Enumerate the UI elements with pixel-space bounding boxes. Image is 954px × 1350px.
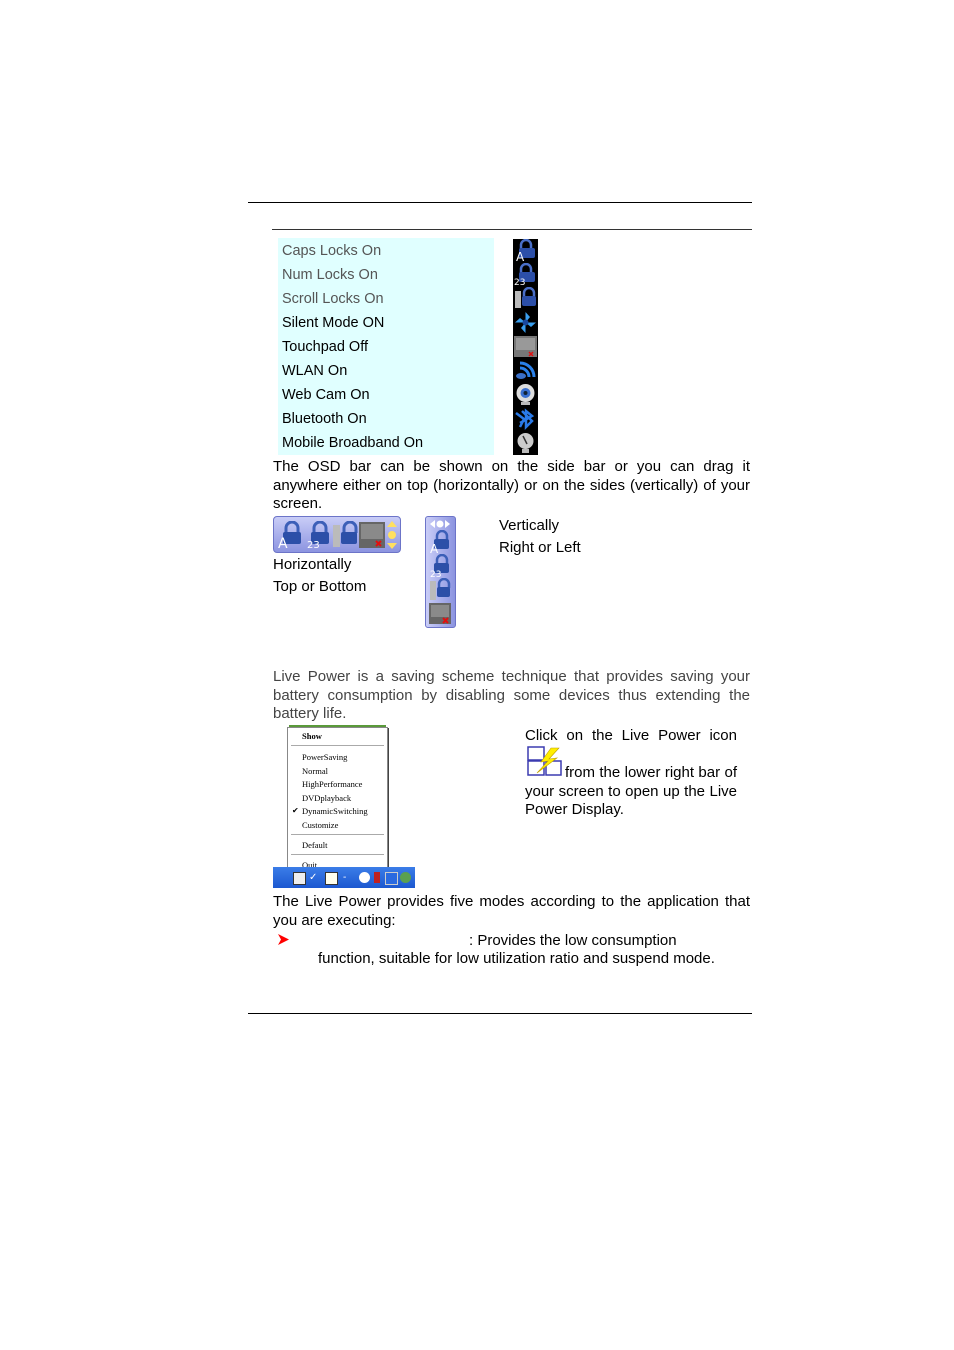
menu-item-customize[interactable]: Customize [302,820,338,830]
osd-feature-table: Caps Locks On Num Locks On Scroll Locks … [278,238,494,455]
touchpad-off-icon [514,336,537,357]
keyboard-icon[interactable] [293,872,306,885]
header-rule-bottom [272,229,752,230]
osd-feature-label: Scroll Locks On [282,291,384,307]
num-lock-icon: 23 [307,521,329,549]
live-power-tray-icon[interactable] [385,872,398,885]
svg-text:23: 23 [514,278,525,286]
scroll-lock-icon [515,287,536,308]
osd-feature-label: Web Cam On [282,387,370,403]
live-power-paragraph: Live Power is a saving scheme technique … [273,668,750,722]
caps-lock-icon: A [516,239,535,262]
bullet-text-line1: : Provides the low consumption [469,932,677,949]
tray-app-icon[interactable] [374,872,380,883]
click-instruction-line1: Click on the Live Power icon [525,727,737,744]
caps-lock-icon: A [430,530,449,554]
osd-feature-label: Touchpad Off [282,339,368,355]
menu-item-dynamicswitching[interactable]: DynamicSwitching [302,806,368,816]
scroll-arrows-icon[interactable] [429,519,451,529]
osd-feature-label: Mobile Broadband On [282,435,424,451]
arrow-icon[interactable] [359,872,370,883]
scroll-lock-icon [430,578,451,600]
checkmark-icon: ✔ [292,806,299,815]
svg-text:23: 23 [307,540,320,549]
click-instruction-line2: from the lower right bar of your screen … [525,764,737,818]
menu-item-highperformance[interactable]: HighPerformance [302,779,362,789]
caps-lock-icon: A [278,521,301,549]
scroll-lock-icon [333,521,358,547]
mobile-broadband-icon [517,433,534,453]
svg-text:A: A [516,250,525,262]
arrow-bullet-icon [278,934,289,945]
vertical-caption-2: Right or Left [499,539,581,556]
osd-bar-horizontal[interactable]: A 23 [273,516,401,553]
osd-feature-label: Num Locks On [282,267,378,283]
num-lock-icon: 23 [514,263,535,286]
live-power-context-menu: Show PowerSaving Normal HighPerformance … [287,727,388,876]
osd-feature-label: Caps Locks On [282,243,382,259]
footer-rule [248,1013,752,1014]
osd-bar-vertical[interactable]: A 23 [425,516,456,628]
silent-mode-icon [515,312,536,333]
touchpad-off-icon [429,603,451,624]
modes-paragraph: The Live Power provides five modes accor… [273,893,750,929]
menu-item-dvdplayback[interactable]: DVDplayback [302,793,351,803]
osd-feature-label: WLAN On [282,363,348,379]
system-tray: ✓ - [273,867,415,888]
wlan-icon [516,361,536,379]
menu-item-powersaving[interactable]: PowerSaving [302,752,347,762]
osd-feature-label: Silent Mode ON [282,315,385,331]
header-rule-top [248,202,752,203]
osd-icon-strip: A 23 [513,239,538,455]
menu-item-show[interactable]: Show [302,731,322,741]
menu-item-normal[interactable]: Normal [302,766,328,776]
bullet-text-line2: function, suitable for low utilization r… [318,950,715,967]
svg-text:23: 23 [430,570,441,578]
osd-feature-label: Bluetooth On [282,411,367,427]
webcam-icon [516,384,535,405]
svg-text:A: A [430,542,439,554]
scroll-arrows-icon[interactable] [386,520,398,550]
network-icon[interactable] [400,872,411,883]
menu-separator [291,745,384,746]
menu-item-default[interactable]: Default [302,840,328,850]
menu-separator [291,854,384,855]
help-icon[interactable] [325,872,338,885]
pen-icon[interactable]: ✓ [309,872,320,883]
menu-separator [291,834,384,835]
num-lock-icon: 23 [430,554,449,578]
touchpad-off-icon [359,522,385,548]
osd-paragraph: The OSD bar can be shown on the side bar… [273,458,750,512]
horizontal-caption-2: Top or Bottom [273,578,367,595]
horizontal-caption-1: Horizontally [273,556,352,573]
volume-icon[interactable]: - [343,872,354,883]
vertical-caption-1: Vertically [499,517,560,534]
bluetooth-icon [515,408,535,430]
svg-text:A: A [278,536,288,549]
